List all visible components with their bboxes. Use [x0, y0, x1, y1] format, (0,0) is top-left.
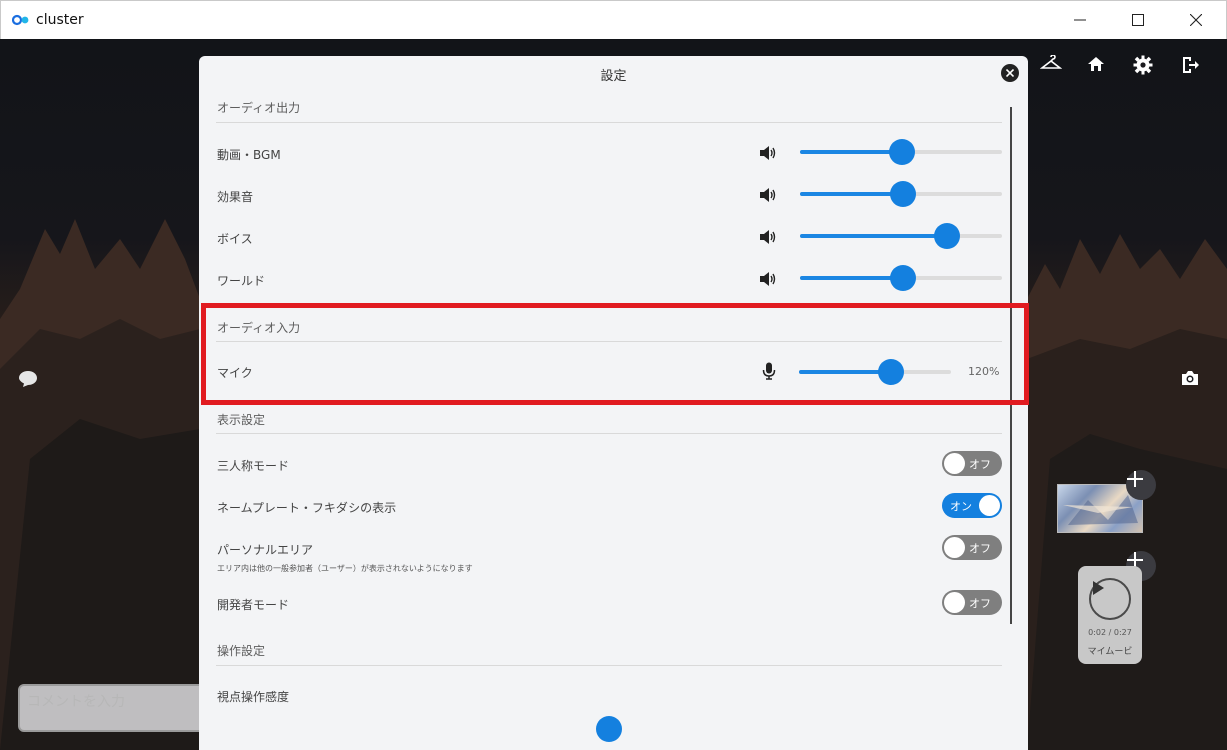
toggle-knob: [944, 537, 965, 558]
third-person-label: 三人称モード: [217, 459, 290, 473]
gear-icon: [1133, 55, 1153, 75]
sensitivity-label: 視点操作感度: [217, 690, 290, 704]
highlight-frame: [201, 303, 1029, 405]
world-slider-knob[interactable]: [890, 265, 916, 291]
hanger-icon: [1040, 55, 1062, 69]
divider: [216, 665, 1002, 666]
speaker-icon: [760, 188, 776, 202]
display-heading: 表示設定: [217, 413, 266, 427]
app-title: cluster: [36, 12, 84, 28]
settings-close-button[interactable]: [1001, 64, 1019, 82]
toggle-state: オン: [950, 500, 972, 513]
comment-input[interactable]: コメントを入力: [18, 684, 218, 732]
divider: [216, 433, 1002, 434]
toggle-knob: [944, 453, 965, 474]
speaker-icon: [760, 272, 776, 286]
settings-title: 設定: [600, 69, 627, 84]
divider: [216, 122, 1002, 123]
plus-icon: [1127, 471, 1143, 487]
video-name: マイムービ: [1087, 647, 1133, 657]
bgm-label: 動画・BGM: [217, 148, 281, 162]
slider-fill: [800, 234, 947, 238]
audio-output-heading: オーディオ出力: [217, 101, 301, 115]
camera-button[interactable]: [1180, 370, 1210, 400]
home-button[interactable]: [1087, 55, 1117, 85]
video-time: 0:02 / 0:27: [1088, 628, 1132, 637]
comment-placeholder: コメントを入力: [27, 694, 125, 710]
personal-area-description: エリア内は他の一般参加者（ユーザー）が表示されないようになります: [217, 564, 473, 573]
sensitivity-slider-knob[interactable]: [596, 716, 622, 742]
toggle-state: オフ: [969, 542, 991, 555]
exit-icon: [1183, 57, 1199, 73]
maximize-button[interactable]: [1109, 1, 1167, 39]
sfx-slider-knob[interactable]: [890, 181, 916, 207]
personal-area-label: パーソナルエリア: [217, 543, 314, 557]
world-label: ワールド: [217, 274, 266, 288]
speaker-icon: [760, 146, 776, 160]
nameplate-label: ネームプレート・フキダシの表示: [217, 501, 397, 515]
controls-heading: 操作設定: [217, 644, 266, 658]
toggle-knob: [944, 592, 965, 613]
developer-mode-toggle[interactable]: オフ: [942, 590, 1002, 615]
camera-icon: [1182, 371, 1198, 385]
title-bar: cluster: [0, 0, 1227, 39]
developer-mode-label: 開発者モード: [217, 598, 290, 612]
exit-button[interactable]: [1180, 55, 1210, 85]
hanger-button[interactable]: [1040, 55, 1070, 85]
play-icon: [1093, 581, 1104, 595]
maximize-icon: [1132, 14, 1144, 26]
cluster-logo-icon: [12, 14, 29, 26]
toggle-state: オフ: [969, 458, 991, 471]
video-card: 0:02 / 0:27 マイムービ: [1078, 566, 1142, 664]
voice-label: ボイス: [217, 232, 253, 246]
close-icon: [1190, 14, 1202, 26]
nameplate-toggle[interactable]: オン: [942, 493, 1002, 518]
add-media-button[interactable]: [1126, 470, 1156, 500]
play-button[interactable]: [1089, 578, 1131, 620]
slider-fill: [800, 192, 903, 196]
bgm-slider-knob[interactable]: [889, 139, 915, 165]
settings-button[interactable]: [1133, 55, 1163, 85]
slider-fill: [800, 150, 903, 154]
voice-slider-knob[interactable]: [934, 223, 960, 249]
minimize-button[interactable]: [1051, 1, 1109, 39]
voice-slider-track[interactable]: [800, 234, 1002, 238]
close-icon: [1006, 69, 1014, 77]
personal-area-toggle[interactable]: オフ: [942, 535, 1002, 560]
minimize-icon: [1074, 19, 1086, 21]
toggle-state: オフ: [969, 597, 991, 610]
speaker-icon: [760, 230, 776, 244]
slider-fill: [800, 276, 903, 280]
home-icon: [1088, 57, 1104, 71]
comment-toggle-button[interactable]: [18, 370, 48, 400]
toggle-knob: [979, 495, 1000, 516]
close-window-button[interactable]: [1167, 1, 1225, 39]
sfx-label: 効果音: [217, 190, 254, 204]
speech-bubble-icon: [19, 371, 37, 387]
third-person-toggle[interactable]: オフ: [942, 451, 1002, 476]
